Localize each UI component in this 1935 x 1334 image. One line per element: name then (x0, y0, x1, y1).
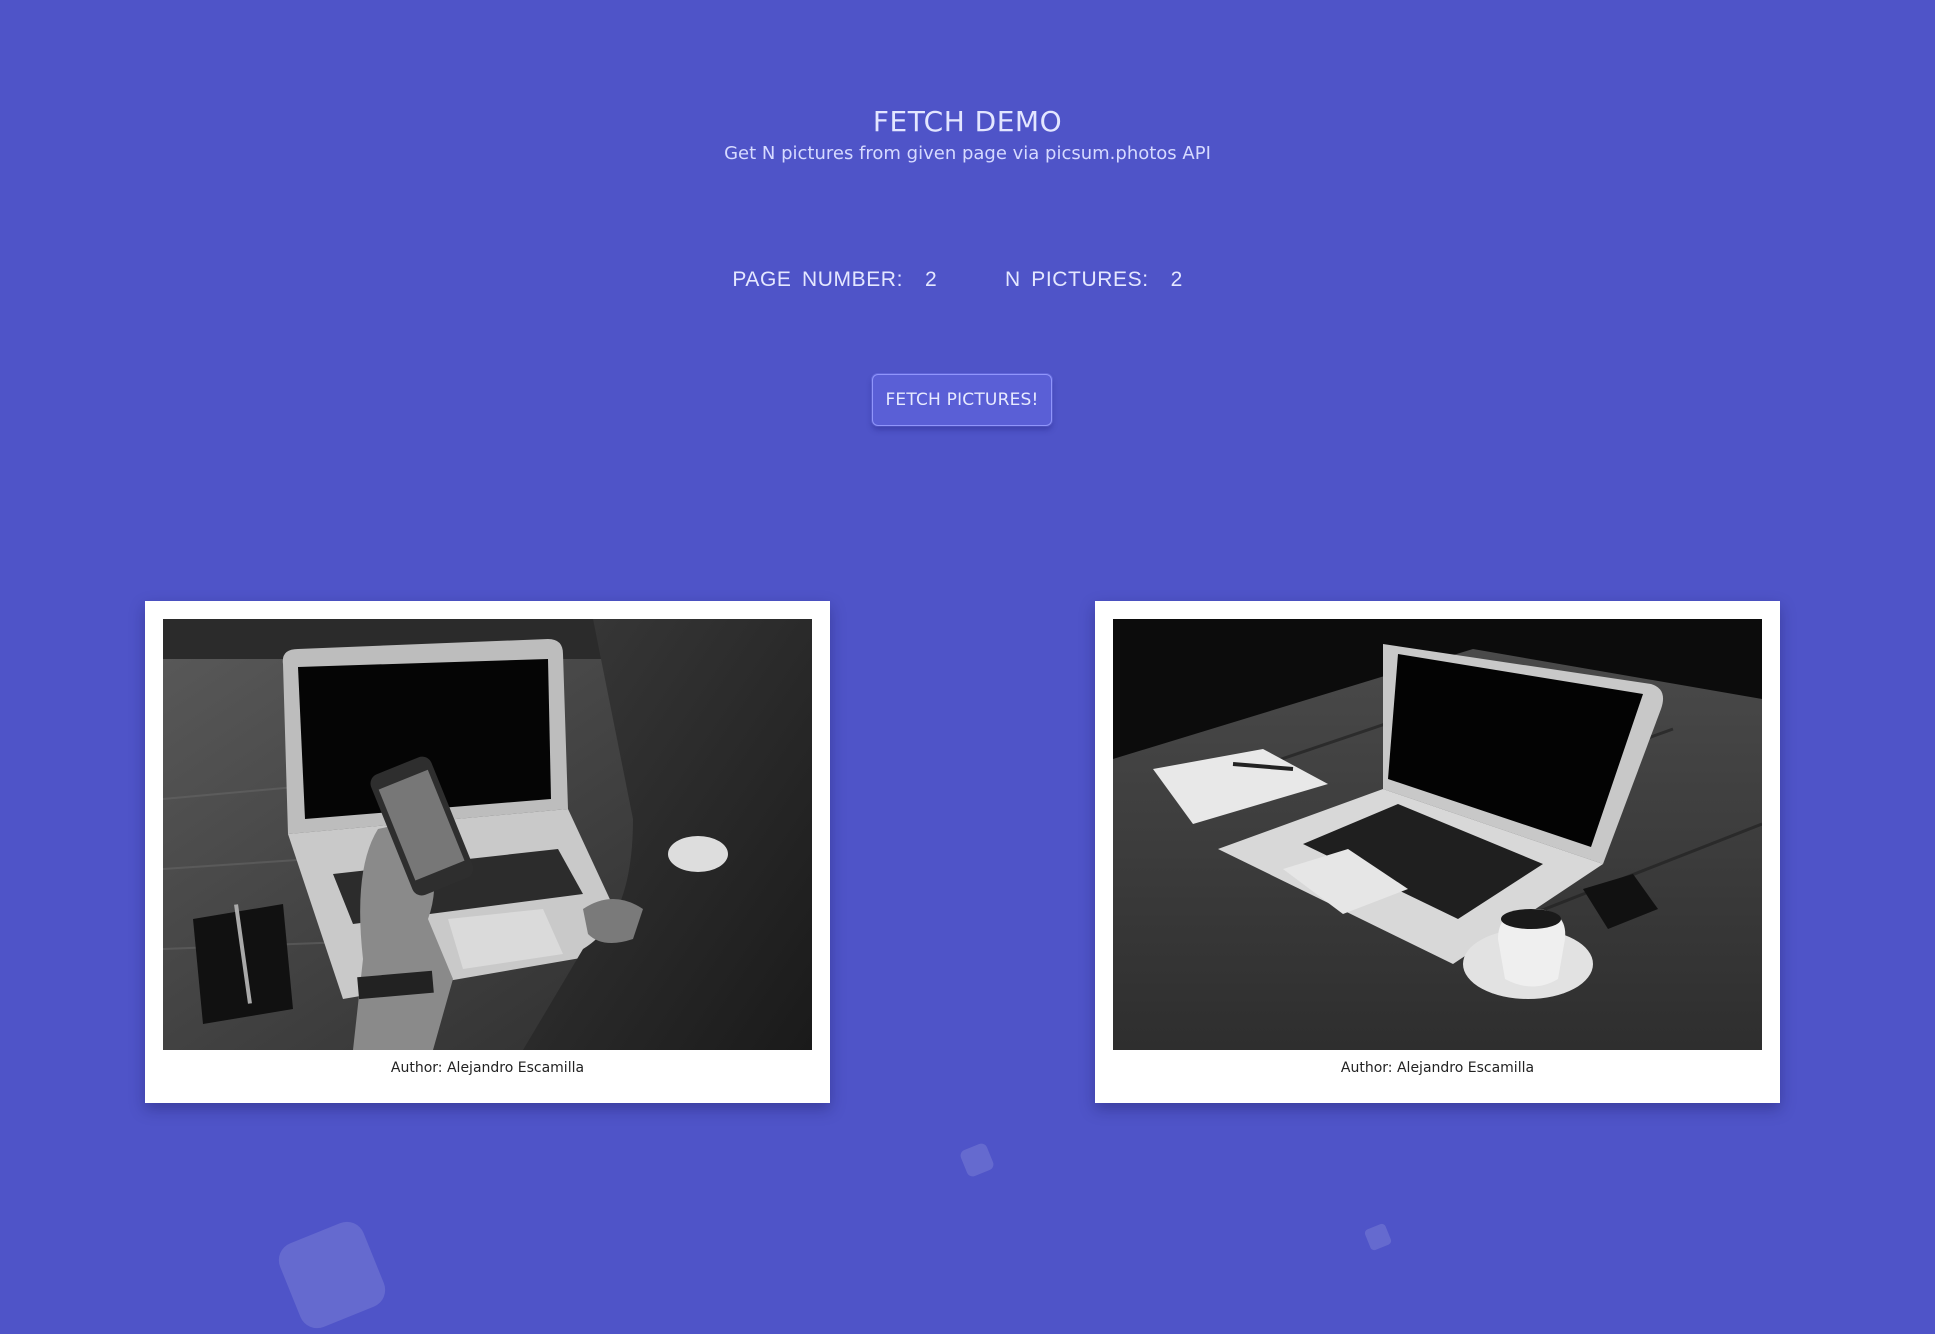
photo-image (1113, 619, 1762, 1050)
decorative-square (1363, 1222, 1393, 1252)
page-number-control: PAGE NUMBER: 2 (732, 268, 957, 292)
decorative-square (273, 1216, 391, 1334)
picture-card: Author: Alejandro Escamilla (145, 601, 830, 1103)
photo-laptop-phone (163, 619, 812, 1050)
photo-image (163, 619, 812, 1050)
n-pictures-input[interactable]: 2 (1167, 268, 1203, 292)
photo-laptop-coffee (1113, 619, 1762, 1050)
n-pictures-label: N PICTURES: (1005, 268, 1149, 291)
fetch-controls: PAGE NUMBER: 2 N PICTURES: 2 (0, 268, 1935, 292)
fetch-pictures-button[interactable]: FETCH PICTURES! (872, 374, 1052, 426)
page-header: FETCH DEMO Get N pictures from given pag… (0, 104, 1935, 166)
picture-author: Author: Alejandro Escamilla (1340, 1060, 1535, 1076)
picture-author: Author: Alejandro Escamilla (390, 1060, 585, 1076)
n-pictures-control: N PICTURES: 2 (1005, 268, 1203, 292)
page-subtitle: Get N pictures from given page via picsu… (724, 143, 1211, 164)
picture-card: Author: Alejandro Escamilla (1095, 601, 1780, 1103)
page-title: FETCH DEMO (872, 105, 1063, 138)
page-number-input[interactable]: 2 (921, 268, 957, 292)
page-number-label: PAGE NUMBER: (732, 268, 904, 291)
decorative-square (958, 1141, 996, 1179)
